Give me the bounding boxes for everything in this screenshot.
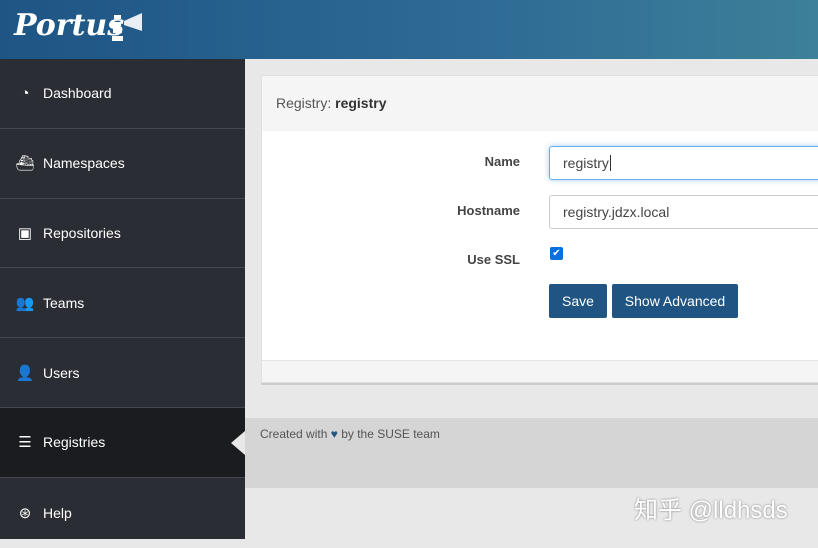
sidebar: ◔ Dashboard ⛴ Namespaces ▣ Repositories 👥 Te… <box>0 59 245 539</box>
footer-text-after: by the SUSE team <box>341 427 440 441</box>
top-header: Portus <box>0 0 818 59</box>
heart-icon: ♥ <box>330 427 338 441</box>
sidebar-item-label: Help <box>43 504 72 521</box>
archive-icon: ▣ <box>17 224 33 242</box>
page-footer: Created with ♥ by the SUSE team <box>245 418 818 488</box>
sidebar-item-label: Registries <box>43 434 106 451</box>
name-label: Name <box>484 154 520 169</box>
sidebar-item-label: Dashboard <box>43 85 112 102</box>
user-icon: 👤 <box>15 364 35 382</box>
server-icon: ☰ <box>18 434 32 452</box>
hostname-input[interactable]: registry.jdzx.local <box>549 195 818 229</box>
portus-logo[interactable]: Portus <box>14 8 124 43</box>
sidebar-item-label: Repositories <box>43 224 121 241</box>
panel-footer <box>262 360 818 382</box>
use-ssl-label: Use SSL <box>467 252 520 267</box>
sidebar-item-label: Namespaces <box>43 155 125 172</box>
sidebar-item-help[interactable]: ⊛ Help <box>0 478 245 548</box>
life-ring-icon: ⊛ <box>18 504 32 522</box>
ship-icon: ⛴ <box>15 155 35 173</box>
use-ssl-checkbox[interactable]: ✔ <box>550 247 563 260</box>
sidebar-item-teams[interactable]: 👥 Teams <box>0 268 245 339</box>
sidebar-item-label: Teams <box>43 294 85 311</box>
sidebar-item-namespaces[interactable]: ⛴ Namespaces <box>0 129 245 199</box>
sidebar-item-registries[interactable]: ☰ Registries <box>0 407 245 478</box>
watermark: 知乎 @lldhsds <box>634 497 788 524</box>
dashboard-icon: ◔ <box>20 84 30 102</box>
sidebar-item-users[interactable]: 👤 Users <box>0 338 245 408</box>
sidebar-item-dashboard[interactable]: ◔ Dashboard <box>0 59 245 129</box>
panel-title: Registry: registry <box>262 76 818 131</box>
registry-name-title: registry <box>335 95 387 111</box>
save-button[interactable]: Save <box>549 284 607 318</box>
users-icon: 👥 <box>15 294 35 312</box>
title-prefix: Registry: <box>276 95 332 111</box>
show-advanced-button[interactable]: Show Advanced <box>612 284 738 318</box>
sidebar-item-label: Users <box>43 364 80 381</box>
registry-edit-panel: Registry: registry Name registry Hostnam… <box>261 75 818 383</box>
hostname-label: Hostname <box>457 203 520 218</box>
name-input[interactable]: registry <box>549 146 818 180</box>
footer-text: Created with <box>260 427 328 441</box>
sidebar-item-repositories[interactable]: ▣ Repositories <box>0 199 245 269</box>
lighthouse-icon <box>112 13 142 41</box>
name-value: registry <box>563 155 609 171</box>
